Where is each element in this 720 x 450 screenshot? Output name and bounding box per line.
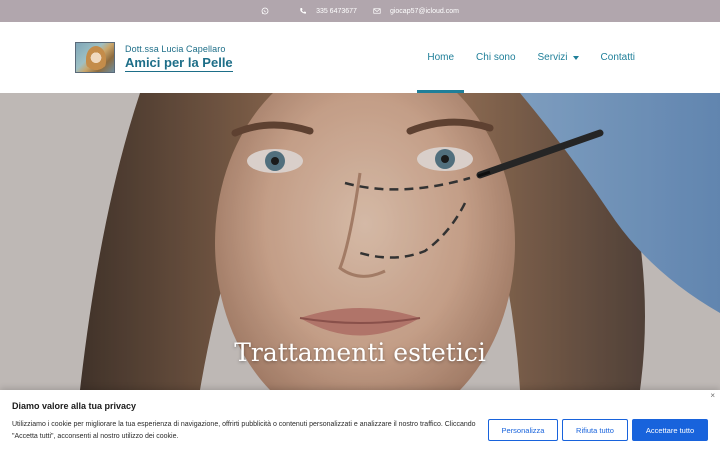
email-address: giocap57@icloud.com — [389, 7, 459, 15]
nav-home[interactable]: Home — [417, 22, 464, 93]
logo-subtitle: Dott.ssa Lucia Capellaro — [125, 43, 226, 54]
cookie-description: Utilizziamo i cookie per migliorare la t… — [12, 421, 476, 440]
phone-number: 335 6473677 — [316, 7, 357, 15]
whatsapp-icon — [261, 7, 269, 15]
close-icon[interactable]: × — [710, 391, 715, 400]
email-link[interactable]: giocap57@icloud.com — [373, 7, 459, 15]
nav-contatti[interactable]: Contatti — [601, 22, 635, 93]
mail-icon — [373, 8, 381, 14]
cookie-consent-banner: × Diamo valore alla tua privacy Utilizzi… — [0, 390, 720, 450]
hero-title: Trattamenti estetici — [234, 338, 486, 367]
nav-servizi[interactable]: Servizi — [538, 22, 579, 93]
phone-icon — [300, 8, 307, 14]
main-navigation: Home Chi sono Servizi Contatti — [405, 22, 635, 93]
phone-link[interactable]: 335 6473677 — [299, 7, 357, 15]
reject-all-button[interactable]: Rifiuta tutto — [562, 419, 628, 441]
chevron-down-icon — [572, 55, 579, 60]
whatsapp-link[interactable] — [261, 7, 269, 15]
accept-all-button[interactable]: Accettare tutto — [632, 419, 708, 441]
top-contact-bar: 335 6473677 giocap57@icloud.com — [0, 0, 720, 22]
customize-button[interactable]: Personalizza — [488, 419, 558, 441]
logo-venus-image — [75, 42, 115, 73]
logo-text: Dott.ssa Lucia Capellaro Amici per la Pe… — [125, 44, 233, 72]
hero-banner: Trattamenti estetici — [0, 93, 720, 390]
site-logo[interactable]: Dott.ssa Lucia Capellaro Amici per la Pe… — [75, 42, 233, 73]
logo-title: Amici per la Pelle — [125, 54, 233, 72]
nav-servizi-label: Servizi — [537, 52, 568, 63]
cookie-title: Diamo valore alla tua privacy — [12, 401, 137, 411]
nav-chi-sono[interactable]: Chi sono — [476, 22, 515, 93]
site-header: Dott.ssa Lucia Capellaro Amici per la Pe… — [0, 22, 720, 93]
